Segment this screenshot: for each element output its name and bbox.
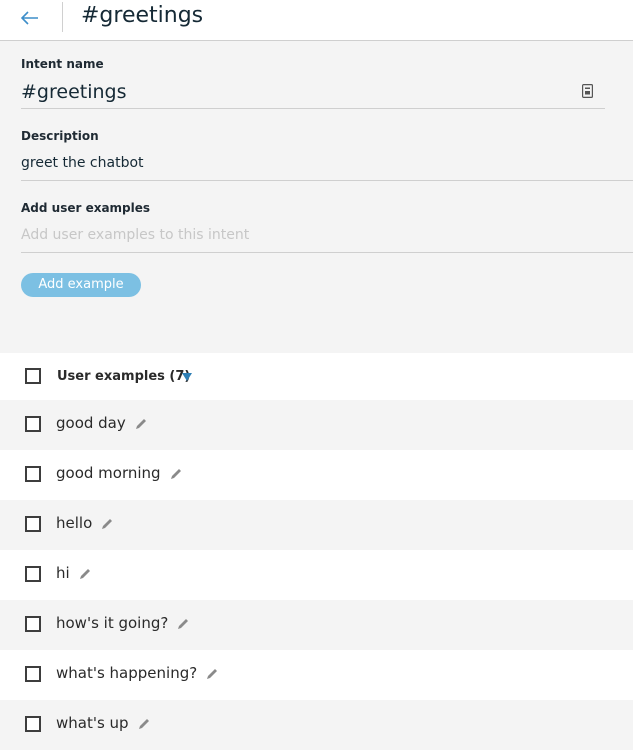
user-examples-header-label[interactable]: User examples (7)	[57, 369, 190, 384]
example-label: how's it going?	[56, 614, 169, 632]
page-title: #greetings	[81, 3, 204, 28]
copy-icon[interactable]	[582, 84, 593, 98]
table-row: hello	[0, 500, 633, 550]
row-checkbox[interactable]	[25, 716, 41, 732]
pencil-icon[interactable]	[78, 567, 92, 581]
row-checkbox[interactable]	[25, 466, 41, 482]
examples-table-header: User examples (7)	[0, 353, 633, 403]
row-checkbox[interactable]	[25, 666, 41, 682]
intent-name-field-wrap	[21, 78, 605, 109]
row-checkbox[interactable]	[25, 616, 41, 632]
pencil-icon[interactable]	[205, 667, 219, 681]
example-text[interactable]: how's it going?	[56, 614, 190, 632]
pencil-icon[interactable]	[134, 417, 148, 431]
table-row: good morning	[0, 450, 633, 500]
add-examples-field-wrap	[21, 222, 633, 253]
example-label: hello	[56, 514, 93, 532]
back-button[interactable]	[16, 4, 44, 32]
select-all-checkbox[interactable]	[25, 368, 41, 384]
example-label: hi	[56, 564, 70, 582]
add-examples-input[interactable]	[21, 222, 633, 248]
example-label: good morning	[56, 464, 161, 482]
pencil-icon[interactable]	[137, 717, 151, 731]
example-text[interactable]: good day	[56, 414, 148, 432]
table-row: how's it going?	[0, 600, 633, 650]
description-input[interactable]	[21, 150, 633, 176]
example-text[interactable]: what's happening?	[56, 664, 219, 682]
example-text[interactable]: hello	[56, 514, 114, 532]
header-divider	[62, 2, 63, 32]
row-checkbox[interactable]	[25, 416, 41, 432]
description-field-wrap	[21, 150, 633, 181]
page-header: #greetings	[0, 0, 633, 41]
example-text[interactable]: hi	[56, 564, 92, 582]
arrow-left-icon	[21, 11, 38, 25]
table-row: hi	[0, 550, 633, 600]
description-label: Description	[21, 129, 99, 143]
table-row: good day	[0, 400, 633, 450]
row-checkbox[interactable]	[25, 566, 41, 582]
pencil-icon[interactable]	[100, 517, 114, 531]
pencil-icon[interactable]	[169, 467, 183, 481]
add-example-button[interactable]: Add example	[21, 273, 141, 297]
example-text[interactable]: good morning	[56, 464, 183, 482]
example-label: what's up	[56, 714, 129, 732]
intent-name-input[interactable]	[21, 78, 605, 106]
sort-down-icon[interactable]	[182, 373, 192, 381]
example-text[interactable]: what's up	[56, 714, 151, 732]
pencil-icon[interactable]	[176, 617, 190, 631]
add-examples-label: Add user examples	[21, 201, 151, 215]
example-label: good day	[56, 414, 126, 432]
intent-name-label: Intent name	[21, 57, 104, 71]
table-row: what's happening?	[0, 650, 633, 700]
row-checkbox[interactable]	[25, 516, 41, 532]
example-label: what's happening?	[56, 664, 198, 682]
